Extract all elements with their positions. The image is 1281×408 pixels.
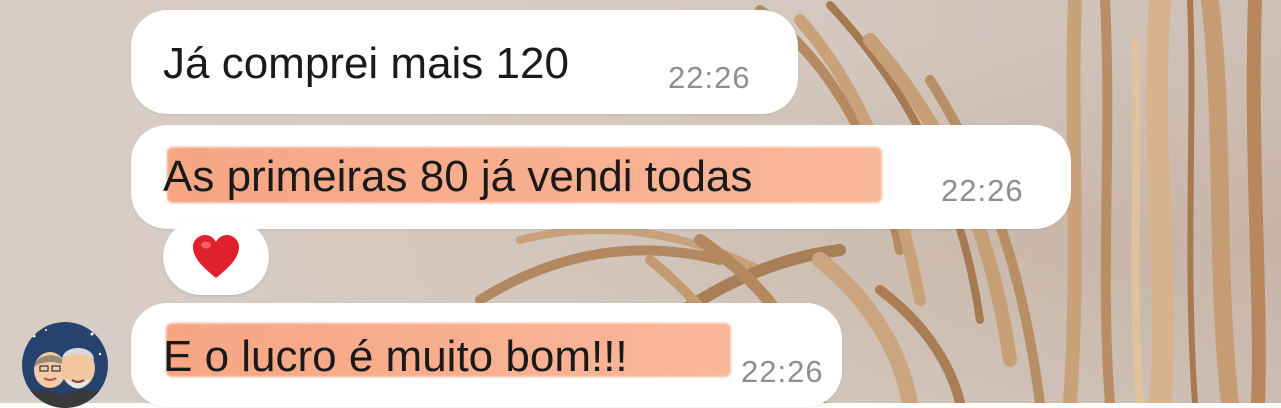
message-timestamp: 22:26	[941, 173, 1024, 208]
message-bubble[interactable]: E o lucro é muito bom!!! 22:26	[131, 303, 842, 407]
message-reaction[interactable]	[163, 219, 269, 295]
heart-emoji-icon	[193, 235, 239, 278]
message-bubble[interactable]: As primeiras 80 já vendi todas 22:26	[131, 125, 1071, 229]
message-text: E o lucro é muito bom!!!	[163, 332, 628, 381]
message-text: Já comprei mais 120	[163, 39, 569, 88]
message-bubble[interactable]: Já comprei mais 120 22:26	[131, 10, 798, 114]
message-timestamp: 22:26	[741, 354, 824, 389]
sender-avatar[interactable]	[22, 322, 108, 408]
avatar-image	[22, 322, 108, 408]
message-text: As primeiras 80 já vendi todas	[163, 152, 753, 201]
message-timestamp: 22:26	[668, 60, 751, 95]
